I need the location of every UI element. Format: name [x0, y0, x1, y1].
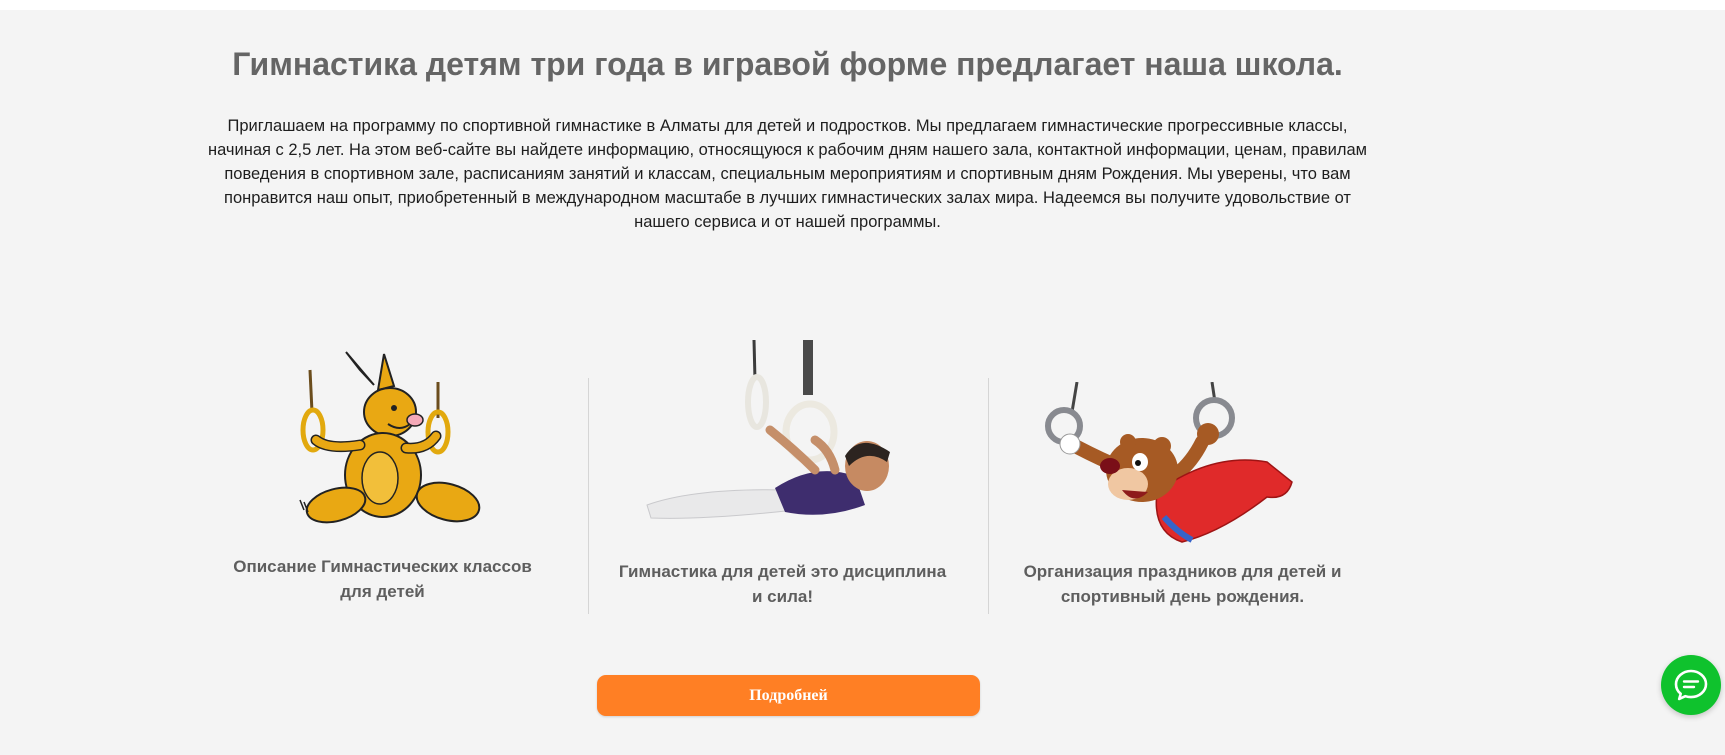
boy-gymnast-image[interactable]	[645, 340, 895, 535]
top-strip	[0, 0, 1725, 10]
feature-caption-discipline-line2: и сила!	[752, 587, 813, 606]
feature-caption-birthday-line1: Организация праздников для детей и	[1023, 562, 1342, 581]
feature-caption-classes[interactable]: Описание Гимнастических классов для дете…	[230, 554, 535, 604]
feature-caption-birthday[interactable]: Организация праздников для детей и спорт…	[1015, 559, 1350, 609]
chat-bubble-icon	[1674, 669, 1708, 701]
column-divider-right	[988, 378, 989, 614]
column-divider-left	[588, 378, 589, 614]
page-title: Гимнастика детям три года в игравой форм…	[232, 46, 1343, 82]
more-button[interactable]: Подробней	[597, 675, 980, 716]
feature-caption-birthday-line2: спортивный день рождения.	[1060, 587, 1305, 606]
kangaroo-gymnast-image[interactable]	[298, 350, 483, 540]
chat-button[interactable]	[1661, 655, 1721, 715]
feature-caption-classes-line1: Описание Гимнастических классов	[233, 557, 532, 576]
feature-caption-discipline[interactable]: Гимнастика для детей это дисциплина и си…	[615, 559, 950, 609]
intro-text: Приглашаем на программу по спортивной ги…	[207, 117, 1368, 231]
feature-caption-classes-line2: для детей	[340, 582, 425, 601]
feature-caption-discipline-line1: Гимнастика для детей это дисциплина	[618, 562, 947, 581]
bear-gymnast-image[interactable]	[1042, 382, 1297, 547]
